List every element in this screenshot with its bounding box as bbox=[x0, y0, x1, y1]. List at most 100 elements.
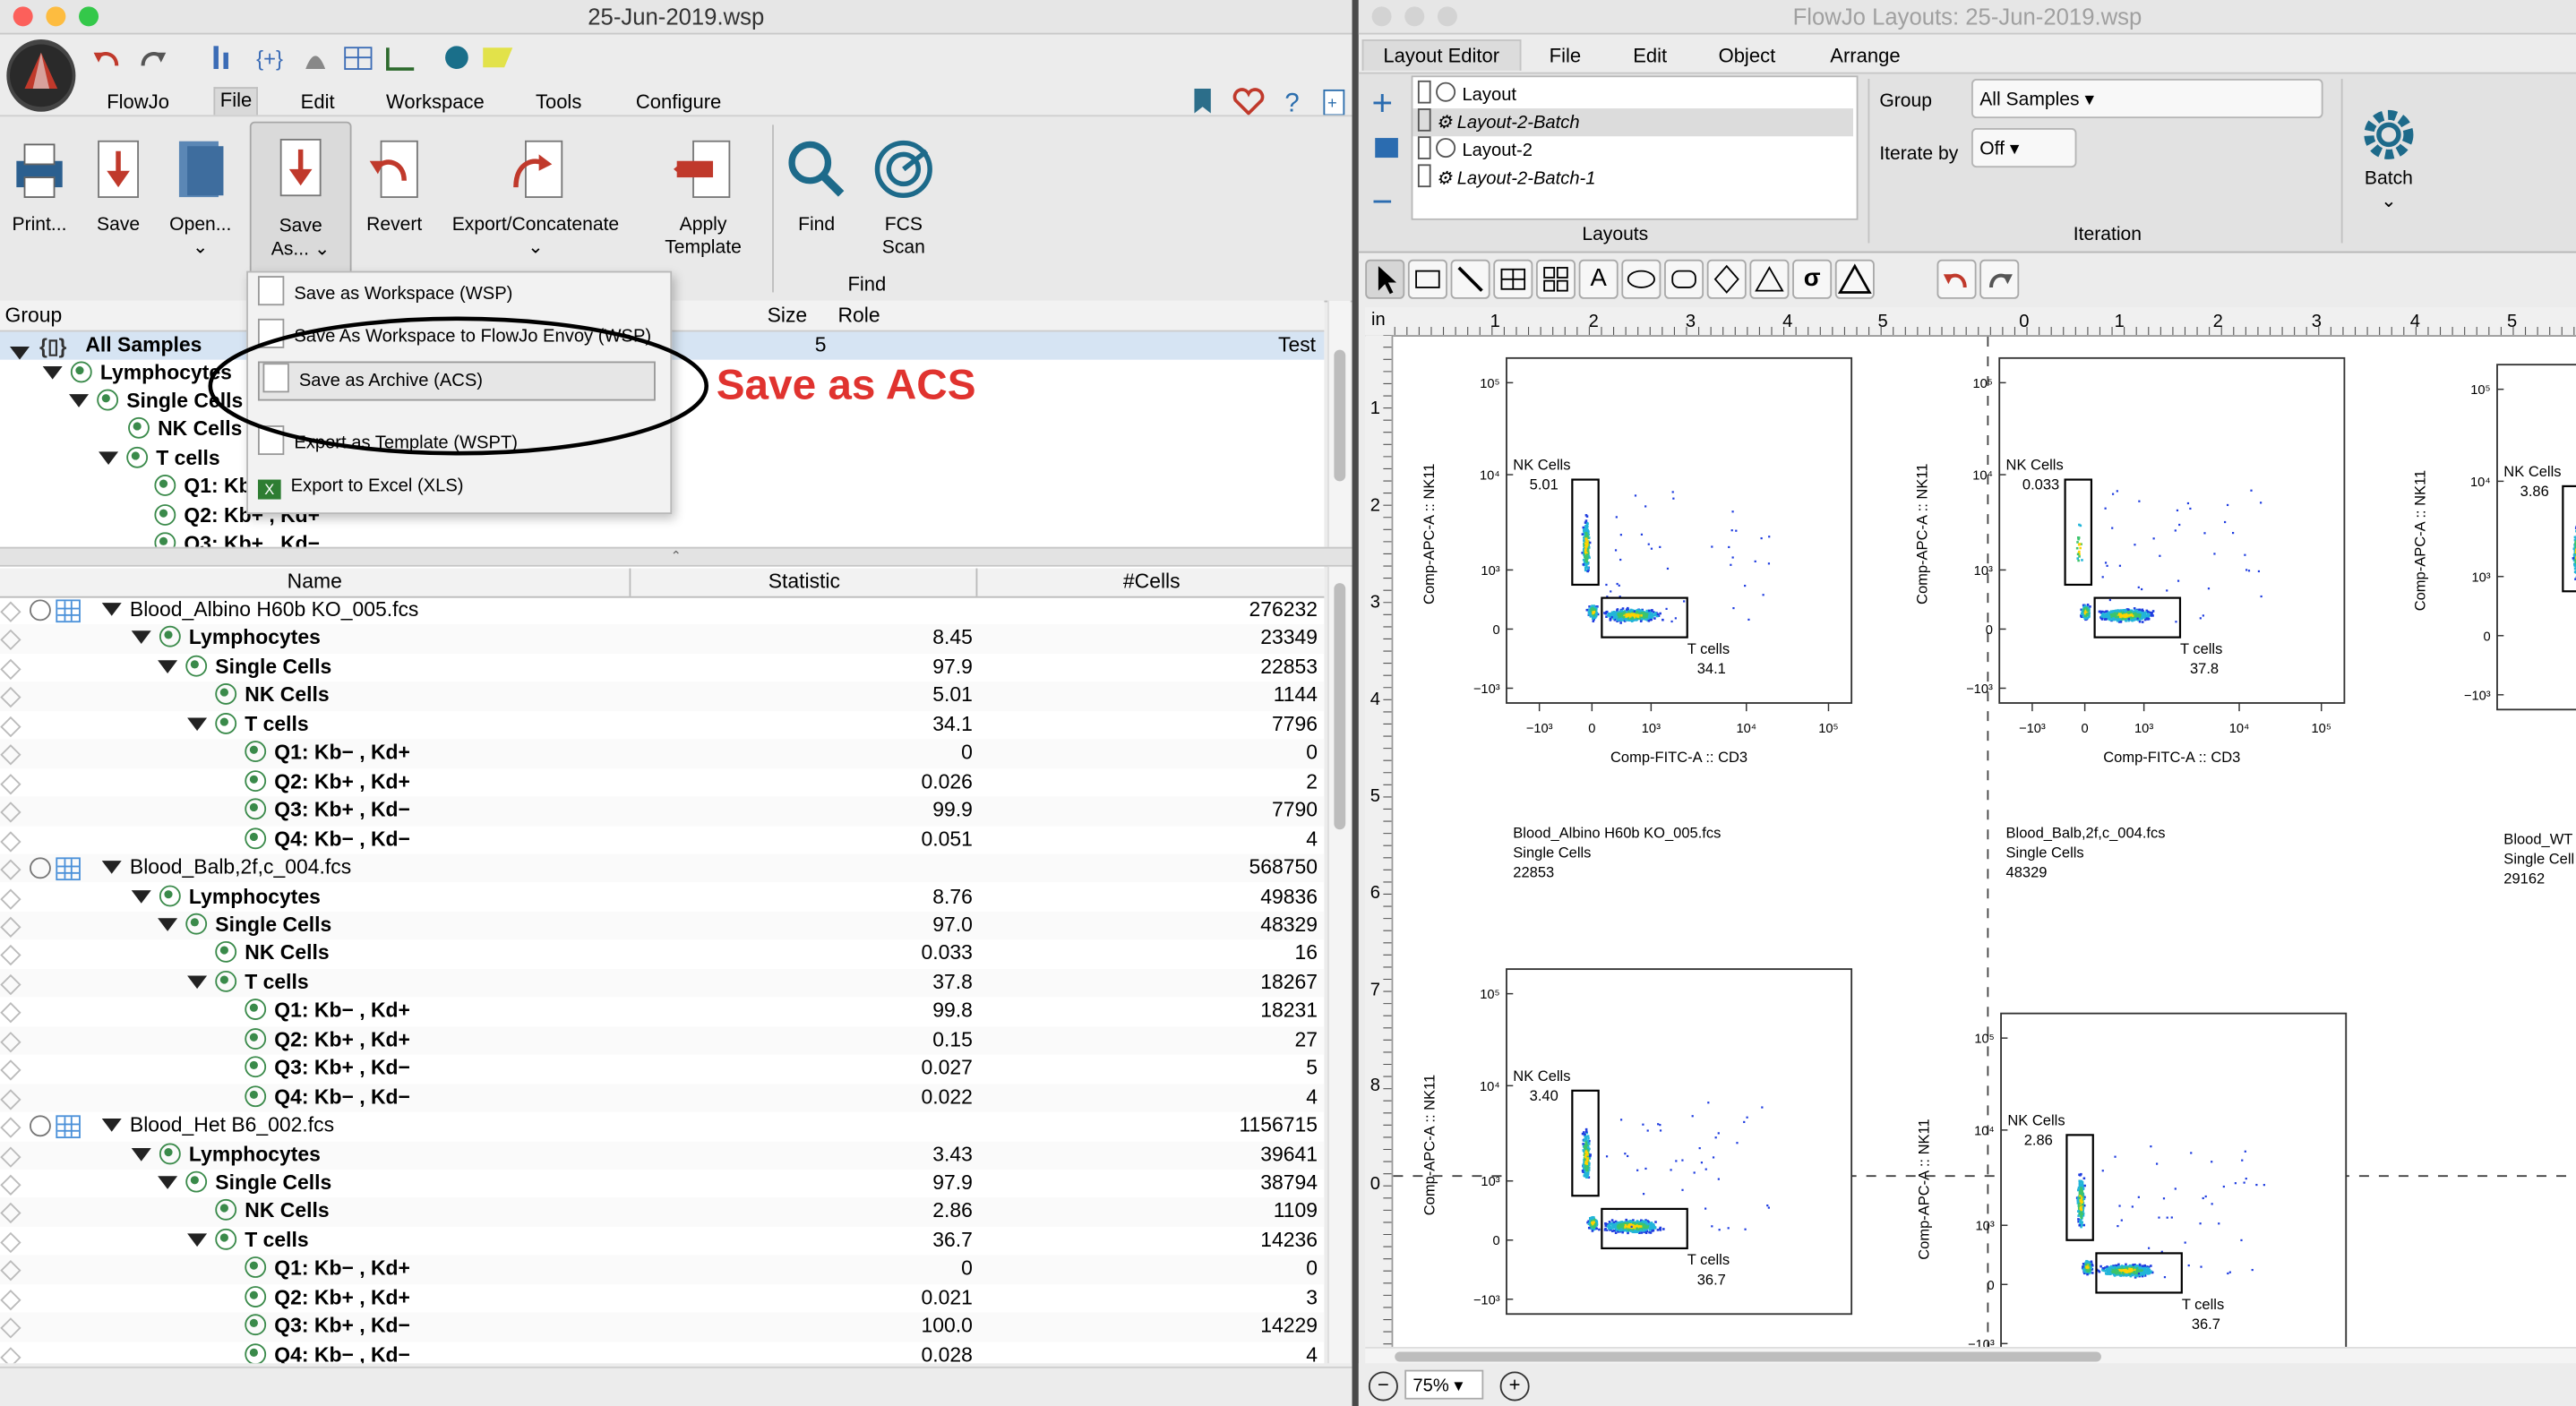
rounded-rect-tool[interactable] bbox=[1664, 259, 1704, 299]
add-layout-icon[interactable]: + bbox=[1372, 82, 1394, 125]
dot-plot[interactable]: 10⁵ 10⁴ 10³ 0 −10³ −10³ 0 10³ 10⁴ 10⁵ NK Cells 5.01… bbox=[1421, 356, 1853, 881]
menu-file[interactable]: File bbox=[1550, 45, 1581, 68]
group-tree-item[interactable]: T cells bbox=[99, 446, 220, 470]
menu-tools[interactable]: Tools bbox=[536, 90, 581, 114]
sample-radio[interactable] bbox=[30, 857, 51, 879]
zoom-window-button[interactable] bbox=[1437, 6, 1457, 27]
table-row[interactable]: T cells 37.8 18267 bbox=[0, 968, 1325, 998]
close-window-button[interactable] bbox=[13, 6, 33, 27]
table-row[interactable]: Q1: Kb− , Kd+ 0 0 bbox=[0, 739, 1325, 768]
expand-arrow-icon[interactable] bbox=[187, 975, 208, 989]
minimize-window-button[interactable] bbox=[1404, 6, 1425, 27]
expand-arrow-icon[interactable] bbox=[131, 1147, 151, 1161]
revert-button[interactable]: Revert bbox=[358, 138, 431, 236]
pointer-tool[interactable] bbox=[1365, 259, 1405, 299]
table-row[interactable]: Single Cells 97.9 22853 bbox=[0, 654, 1324, 682]
table-row[interactable]: Q4: Kb− , Kd− 0.051 4 bbox=[0, 826, 1324, 854]
table-row[interactable]: NK Cells 5.01 1144 bbox=[0, 682, 1325, 711]
expand-arrow-icon[interactable] bbox=[158, 1176, 178, 1189]
layout-list-item[interactable]: Layout-2 bbox=[1413, 136, 1533, 164]
menu-configure[interactable]: Configure bbox=[636, 90, 721, 114]
zoom-window-button[interactable] bbox=[79, 6, 99, 27]
table-row[interactable]: Lymphocytes 8.76 49836 bbox=[0, 883, 1324, 912]
text-tool[interactable]: A bbox=[1578, 259, 1619, 299]
table-row[interactable]: Q4: Kb− , Kd− 0.028 4 bbox=[0, 1342, 1324, 1364]
layout-list-item[interactable]: ⚙ Layout-2-Batch-1 bbox=[1413, 164, 1595, 192]
group-tree-item[interactable]: Q3: Kb+ , Kd− bbox=[154, 532, 320, 547]
table-row[interactable]: T cells 34.1 7796 bbox=[0, 711, 1324, 740]
expand-arrow-icon[interactable] bbox=[187, 1233, 208, 1247]
table-row[interactable]: Q3: Kb+ , Kd− 100.0 14229 bbox=[0, 1312, 1325, 1342]
group-scrollbar[interactable] bbox=[1327, 300, 1351, 547]
save-as-workspace-item[interactable]: Save as Workspace (WSP) bbox=[257, 276, 512, 312]
table-row[interactable]: Q2: Kb+ , Kd+ 0.021 3 bbox=[0, 1284, 1324, 1313]
ellipse-tool[interactable] bbox=[1621, 259, 1662, 299]
minimize-window-button[interactable] bbox=[46, 6, 66, 27]
batch-button[interactable]: Batch ⌄ bbox=[2351, 105, 2426, 212]
table-row[interactable]: Q4: Kb− , Kd− 0.022 4 bbox=[0, 1083, 1325, 1112]
table-row[interactable]: Lymphocytes 8.45 23349 bbox=[0, 624, 1325, 654]
save-button[interactable]: Save bbox=[85, 138, 150, 236]
sample-row[interactable]: Blood_Balb,2f,c_004.fcs 568750 bbox=[0, 853, 1325, 883]
name-col-header[interactable]: Name bbox=[0, 568, 631, 596]
menu-edit[interactable]: Edit bbox=[301, 90, 335, 114]
warning-tool[interactable] bbox=[1834, 259, 1875, 299]
sample-scrollbar[interactable] bbox=[1327, 566, 1351, 1364]
menu-arrange[interactable]: Arrange bbox=[1830, 45, 1900, 68]
expand-arrow-icon[interactable] bbox=[101, 603, 122, 616]
undo-icon[interactable] bbox=[1936, 259, 1977, 299]
sample-radio[interactable] bbox=[30, 1115, 51, 1137]
table-row[interactable]: T cells 36.7 14236 bbox=[0, 1227, 1324, 1256]
layout-list-item-selected[interactable]: ⚙ Layout-2-Batch bbox=[1413, 108, 1853, 137]
sample-row[interactable]: Blood_Het B6_002.fcs 1156715 bbox=[0, 1112, 1324, 1141]
table-row[interactable]: Single Cells 97.0 48329 bbox=[0, 911, 1325, 940]
diamond-tool[interactable] bbox=[1706, 259, 1747, 299]
dot-plot[interactable]: 10⁵10⁴10³0−10³ NK Cells3.86 Comp-APC-A :: … bbox=[2412, 364, 2576, 887]
menu-flowjo[interactable]: FlowJo bbox=[107, 90, 169, 114]
menu-workspace[interactable]: Workspace bbox=[386, 90, 485, 114]
apply-template-button[interactable]: Apply Template bbox=[654, 138, 752, 260]
menu-edit[interactable]: Edit bbox=[1633, 45, 1667, 68]
table-row[interactable]: NK Cells 2.86 1109 bbox=[0, 1197, 1325, 1227]
line-tool[interactable] bbox=[1450, 259, 1490, 299]
table-row[interactable]: Single Cells 97.9 38794 bbox=[0, 1170, 1324, 1198]
dot-plot[interactable]: 10⁵ 10⁴ 10³ 0 −10³ −10³ 0 10³ 10⁴ 10⁵ NK Cells 0.03… bbox=[1915, 356, 2346, 881]
layout-list-item[interactable]: Layout bbox=[1413, 80, 1516, 108]
zoom-select[interactable]: 75% ▾ bbox=[1404, 1369, 1484, 1400]
menu-layout-editor[interactable]: Layout Editor bbox=[1361, 39, 1521, 71]
grid-tool[interactable] bbox=[1535, 259, 1576, 299]
dot-plot[interactable]: 10⁵ 10⁴ 10³ 0 −10³ NK Cells 2.86 T cells 36.7 Com… bbox=[1916, 1012, 2348, 1347]
find-button[interactable]: Find bbox=[782, 138, 851, 236]
export-concatenate-button[interactable]: Export/Concatenate ⌄ bbox=[443, 138, 627, 260]
rectangle-tool[interactable] bbox=[1407, 259, 1447, 299]
export-excel-item[interactable]: X Export to Excel (XLS) bbox=[257, 468, 464, 504]
table-tool[interactable] bbox=[1493, 259, 1533, 299]
expand-arrow-icon[interactable] bbox=[101, 1119, 122, 1132]
zoom-out-icon[interactable]: − bbox=[1368, 1371, 1398, 1402]
table-row[interactable]: Q1: Kb− , Kd+ 99.8 18231 bbox=[0, 998, 1324, 1026]
open-button[interactable]: Open... ⌄ bbox=[161, 138, 240, 260]
table-row[interactable]: Lymphocytes 3.43 39641 bbox=[0, 1140, 1325, 1170]
expand-arrow-icon[interactable] bbox=[131, 889, 151, 903]
save-as-button[interactable]: Save As... ⌄ bbox=[249, 121, 352, 296]
table-row[interactable]: Q3: Kb+ , Kd− 99.9 7790 bbox=[0, 796, 1325, 826]
group-col-header[interactable]: Group bbox=[5, 304, 63, 327]
expand-arrow-icon[interactable] bbox=[187, 717, 208, 731]
statistic-col-header[interactable]: Statistic bbox=[632, 568, 978, 596]
group-select[interactable]: All Samples ▾ bbox=[1971, 79, 2323, 119]
role-col-header[interactable]: Role bbox=[837, 304, 880, 327]
table-row[interactable]: Q2: Kb+ , Kd+ 0.15 27 bbox=[0, 1025, 1325, 1055]
sample-row[interactable]: Blood_Albino H60b KO_005.fcs 276232 bbox=[0, 596, 1324, 625]
close-window-button[interactable] bbox=[1371, 6, 1392, 27]
print-button[interactable]: Print... bbox=[4, 138, 76, 236]
triangle-tool[interactable] bbox=[1749, 259, 1790, 299]
splitter-handle[interactable]: ⌃ bbox=[0, 546, 1352, 567]
table-row[interactable]: NK Cells 0.033 16 bbox=[0, 940, 1324, 969]
fcs-scan-button[interactable]: FCS Scan bbox=[867, 138, 940, 260]
flowjo-logo-icon[interactable] bbox=[6, 39, 76, 112]
expand-arrow-icon[interactable] bbox=[158, 660, 178, 673]
expand-arrow-icon[interactable] bbox=[131, 631, 151, 645]
undo-icon[interactable] bbox=[92, 43, 125, 73]
menu-object[interactable]: Object bbox=[1719, 45, 1776, 68]
canvas-hscrollbar[interactable] bbox=[1365, 1346, 2576, 1366]
